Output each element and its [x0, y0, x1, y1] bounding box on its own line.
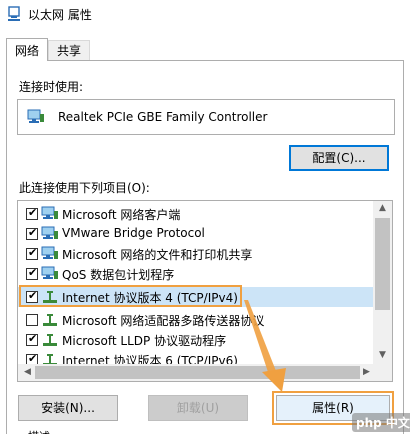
item-checkbox[interactable]: ✔ [26, 226, 38, 240]
list-item[interactable]: ✔ Microsoft 网络客户端 [18, 204, 374, 224]
list-item[interactable]: ✔ Microsoft LLDP 协议驱动程序 [18, 330, 374, 350]
install-button[interactable]: 安装(N)... [18, 395, 118, 421]
protocol-icon [43, 314, 57, 326]
title-bar: 以太网 属性 [0, 0, 410, 28]
list-item[interactable]: ✔ VMware Bridge Protocol [18, 224, 374, 244]
check-mark-icon: ✔ [28, 266, 38, 279]
tab-sharing[interactable]: 共享 [48, 40, 90, 60]
scrollbar-corner [373, 364, 392, 381]
protocol-icon [43, 334, 57, 346]
watermark: php 中文网 [352, 413, 410, 432]
connect-using-label: 连接时使用: [19, 80, 84, 94]
item-label: VMware Bridge Protocol [62, 226, 205, 240]
adapter-field: Realtek PCIe GBE Family Controller [17, 99, 395, 135]
network-client-icon [41, 206, 58, 219]
network-client-icon [41, 266, 58, 279]
list-item[interactable]: ✔ Microsoft 网络的文件和打印机共享 [18, 244, 374, 264]
scroll-up-arrow-icon[interactable]: ▲ [374, 203, 391, 213]
tab-network[interactable]: 网络 [6, 38, 48, 61]
configure-button[interactable]: 配置(C)... [289, 145, 389, 171]
list-item[interactable]: ✔ QoS 数据包计划程序 [18, 264, 374, 284]
scroll-down-arrow-icon[interactable]: ▼ [374, 350, 391, 360]
check-mark-icon: ✔ [28, 226, 38, 239]
item-checkbox[interactable]: ✔ [26, 266, 38, 280]
ipv4-highlight-outline [19, 285, 242, 307]
check-mark-icon: ✔ [28, 332, 38, 345]
uninstall-button[interactable]: 卸载(U) [148, 395, 248, 421]
item-checkbox[interactable]: ✔ [26, 332, 38, 346]
list-item[interactable]: Microsoft 网络适配器多路传送器协议 [18, 310, 374, 330]
window-title: 以太网 属性 [28, 8, 92, 22]
network-icon [8, 6, 20, 21]
items-label: 此连接使用下列项目(O): [19, 181, 150, 195]
item-label: Microsoft 网络的文件和打印机共享 [62, 248, 253, 262]
description-label: 描述 [28, 428, 50, 434]
item-label: Microsoft 网络适配器多路传送器协议 [62, 314, 265, 328]
item-checkbox[interactable]: ✔ [26, 246, 38, 260]
adapter-name: Realtek PCIe GBE Family Controller [58, 110, 268, 124]
vertical-scroll-thumb[interactable] [375, 218, 390, 310]
item-label: QoS 数据包计划程序 [62, 268, 175, 282]
scroll-left-arrow-icon[interactable]: ◀ [19, 367, 36, 377]
item-label: Microsoft 网络客户端 [62, 208, 181, 222]
check-mark-icon: ✔ [28, 206, 38, 219]
item-checkbox[interactable]: ✔ [26, 206, 38, 220]
network-client-icon [41, 226, 58, 239]
check-mark-icon: ✔ [28, 246, 38, 259]
item-checkbox[interactable] [26, 314, 38, 326]
network-client-icon [41, 246, 58, 259]
item-label: Microsoft LLDP 协议驱动程序 [62, 334, 227, 348]
horizontal-scroll-thumb[interactable] [35, 366, 360, 379]
network-adapter-icon [27, 109, 44, 123]
